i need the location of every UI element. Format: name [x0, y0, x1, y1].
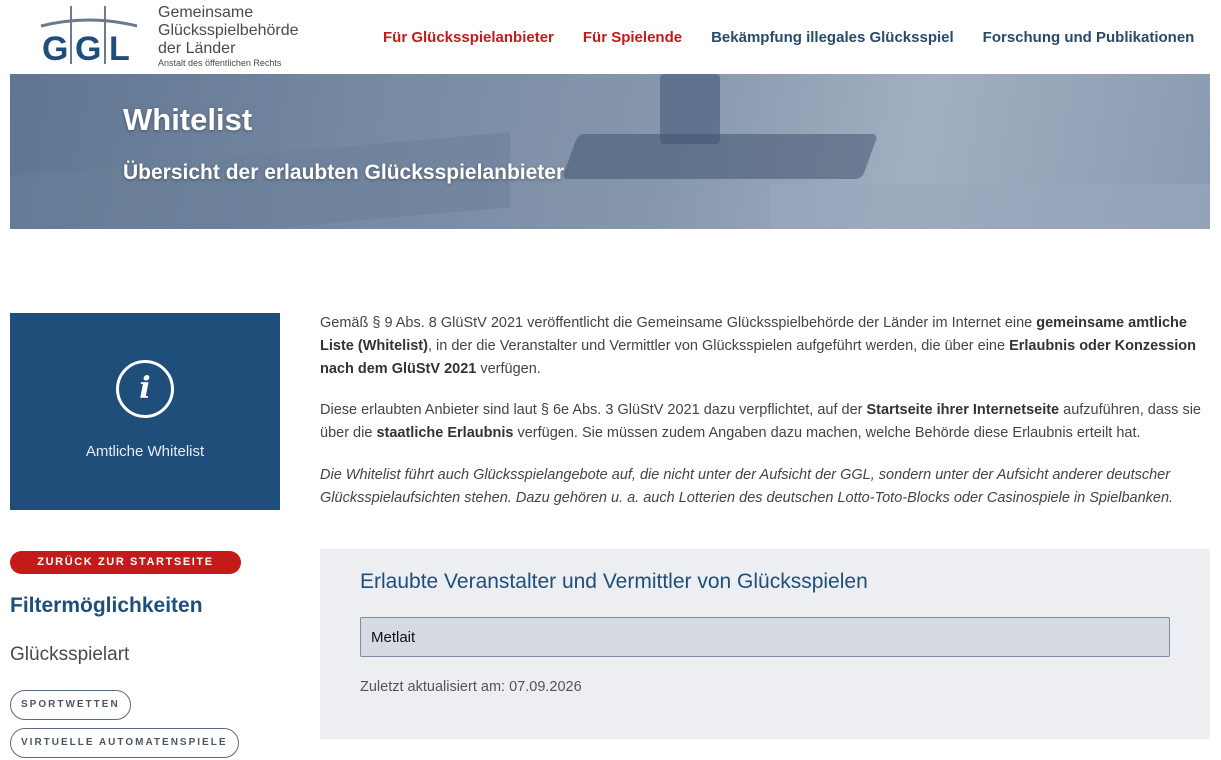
hero-background-shape	[770, 184, 1210, 229]
back-to-home-button[interactable]: ZURÜCK ZUR STARTSEITE	[10, 551, 241, 574]
logo[interactable]: G G L Gemeinsame Glücksspielbehörde der …	[35, 0, 311, 74]
last-updated-date: 07.09.2026	[509, 679, 582, 695]
main-navigation: Für Glücksspielanbieter Für Spielende Be…	[369, 0, 1194, 74]
note-paragraph: Die Whitelist führt auch Glücksspielange…	[320, 467, 1174, 506]
paragraph-text: Gemäß § 9 Abs. 8 GlüStV 2021 veröffentli…	[320, 315, 1037, 331]
tile-label: Amtliche Whitelist	[85, 443, 205, 460]
logo-line-2: Glücksspielbehörde	[158, 22, 299, 39]
paragraph-emphasis: staatliche Erlaubnis	[376, 425, 514, 441]
nav-item-gluecksspielanbieter[interactable]: Für Glücksspielanbieter	[383, 29, 554, 46]
last-updated-label: Zuletzt aktualisiert am:	[360, 679, 506, 695]
hero-background-shape	[561, 134, 879, 179]
logo-line-3: der Länder	[158, 40, 236, 57]
search-panel: Erlaubte Veranstalter und Vermittler von…	[320, 549, 1210, 739]
paragraph-text: , in der die Veranstalter und Vermittler…	[427, 338, 1010, 354]
filter-heading: Filtermöglichkeiten	[10, 594, 203, 617]
paragraph-text: verfügen.	[476, 361, 541, 377]
nav-item-bekaempfung[interactable]: Bekämpfung illegales Glücksspiel	[711, 29, 954, 46]
last-updated: Zuletzt aktualisiert am: 07.09.2026	[360, 679, 582, 695]
nav-item-spielende[interactable]: Für Spielende	[583, 29, 682, 46]
hero-banner: Whitelist Übersicht der erlaubten Glücks…	[10, 74, 1210, 229]
filter-chip-sportwetten[interactable]: SPORTWETTEN	[10, 690, 131, 720]
paragraph-emphasis: Startseite ihrer Internetseite	[866, 402, 1060, 418]
paragraph-text: verfügen. Sie müssen zudem Angaben dazu …	[513, 425, 1141, 441]
svg-text:L: L	[109, 30, 130, 66]
filter-group-label: Glücksspielart	[10, 644, 130, 665]
logo-tagline: Anstalt des öffentlichen Rechts	[158, 58, 282, 68]
paragraph-text: Diese erlaubten Anbieter sind laut § 6e …	[320, 402, 867, 418]
logo-letters: G	[42, 30, 68, 66]
amtliche-whitelist-tile[interactable]: i Amtliche Whitelist	[10, 313, 280, 510]
obligation-paragraph: Diese erlaubten Anbieter sind laut § 6e …	[320, 399, 1210, 445]
ggl-logo-icon: G G L	[40, 6, 138, 66]
logo-line-1: Gemeinsame	[158, 4, 254, 21]
search-input[interactable]	[360, 617, 1170, 657]
filter-chip-virtuelle-automatenspiele[interactable]: VIRTUELLE AUTOMATENSPIELE	[10, 728, 239, 758]
intro-paragraph: Gemäß § 9 Abs. 8 GlüStV 2021 veröffentli…	[320, 312, 1210, 381]
nav-item-forschung[interactable]: Forschung und Publikationen	[983, 29, 1195, 46]
search-panel-title: Erlaubte Veranstalter und Vermittler von…	[360, 570, 868, 593]
page-subtitle: Übersicht der erlaubten Glücksspielanbie…	[123, 161, 565, 184]
page-title: Whitelist	[123, 102, 253, 137]
info-icon: i	[116, 360, 174, 418]
svg-text:G: G	[75, 30, 101, 66]
